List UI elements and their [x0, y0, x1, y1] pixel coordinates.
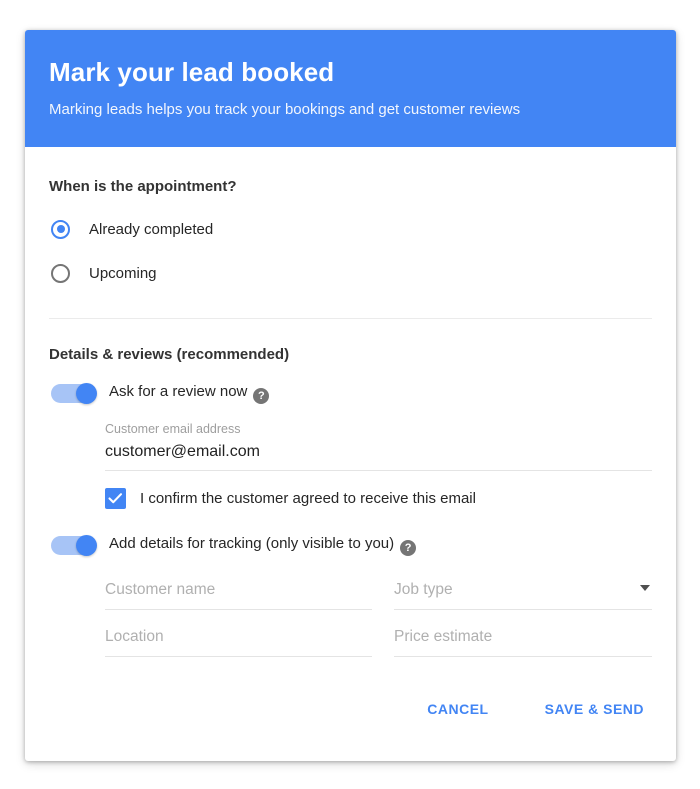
details-section-heading: Details & reviews (recommended) — [49, 346, 290, 363]
dialog-header: Mark your lead booked Marking leads help… — [25, 30, 676, 147]
mark-lead-booked-dialog: Mark your lead booked Marking leads help… — [25, 30, 676, 761]
appointment-section-heading: When is the appointment? — [49, 178, 237, 195]
radio-already-completed-icon[interactable] — [51, 219, 70, 239]
add-details-tracking-label: Add details for tracking (only visible t… — [109, 535, 417, 556]
confirm-consent-row[interactable]: I confirm the customer agreed to receive… — [105, 488, 652, 509]
appointment-radio-group: Already completed Upcoming — [49, 207, 652, 295]
toggle-thumb — [76, 383, 97, 404]
ask-for-review-text: Ask for a review now — [109, 383, 248, 400]
location-field[interactable]: Location — [105, 621, 372, 657]
section-divider — [49, 318, 652, 319]
price-estimate-placeholder: Price estimate — [394, 628, 493, 645]
dialog-title: Mark your lead booked — [49, 57, 335, 87]
save-and-send-button[interactable]: SAVE & SEND — [537, 693, 652, 725]
customer-email-field[interactable]: Customer email address customer@email.co… — [105, 421, 652, 471]
help-circle-icon[interactable]: ? — [253, 388, 270, 404]
ask-for-review-row[interactable]: Ask for a review now? — [49, 383, 652, 404]
tracking-fields-grid: Customer name Job type Location Price es… — [105, 574, 652, 657]
customer-email-block: Customer email address customer@email.co… — [105, 421, 652, 471]
toggle-thumb — [76, 535, 97, 556]
check-icon — [108, 493, 123, 504]
customer-name-field[interactable]: Customer name — [105, 574, 372, 610]
dialog-body: When is the appointment? Already complet… — [25, 147, 676, 747]
confirm-consent-checkbox[interactable] — [105, 488, 126, 509]
radio-already-completed-label: Already completed — [89, 220, 214, 238]
cancel-button[interactable]: CANCEL — [419, 693, 496, 725]
radio-option-already-completed[interactable]: Already completed — [49, 207, 652, 251]
add-details-tracking-text: Add details for tracking (only visible t… — [109, 535, 395, 552]
chevron-down-icon[interactable] — [640, 585, 650, 591]
customer-email-input[interactable]: customer@email.com — [105, 437, 652, 470]
add-details-tracking-toggle[interactable] — [51, 535, 97, 556]
customer-email-caption: Customer email address — [105, 422, 241, 436]
ask-for-review-label: Ask for a review now? — [109, 383, 270, 404]
dialog-actions: CANCEL SAVE & SEND — [49, 693, 652, 747]
add-details-tracking-row[interactable]: Add details for tracking (only visible t… — [49, 535, 652, 556]
job-type-field[interactable]: Job type — [394, 574, 652, 610]
location-placeholder: Location — [105, 628, 164, 645]
radio-upcoming-label: Upcoming — [89, 264, 157, 282]
radio-option-upcoming[interactable]: Upcoming — [49, 251, 652, 295]
ask-for-review-toggle[interactable] — [51, 383, 97, 404]
confirm-consent-label: I confirm the customer agreed to receive… — [140, 490, 476, 507]
radio-upcoming-icon[interactable] — [51, 263, 70, 283]
customer-name-placeholder: Customer name — [105, 581, 216, 598]
job-type-placeholder: Job type — [394, 581, 453, 598]
help-circle-icon[interactable]: ? — [400, 540, 417, 556]
dialog-subtitle: Marking leads helps you track your booki… — [49, 101, 521, 118]
price-estimate-field[interactable]: Price estimate — [394, 621, 652, 657]
